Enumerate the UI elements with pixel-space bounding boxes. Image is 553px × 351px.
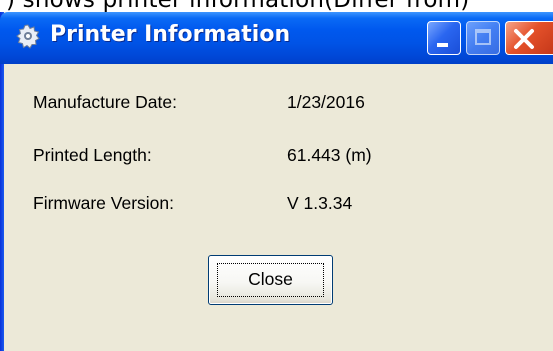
gear-icon xyxy=(15,23,41,49)
printed-length-label: Printed Length: xyxy=(33,145,152,165)
manufacture-date-label: Manufacture Date: xyxy=(33,92,177,112)
caption-text: ) shows printer information(Differ from) xyxy=(6,0,469,12)
maximize-button[interactable] xyxy=(466,21,500,55)
document-caption-fragment: ) shows printer information(Differ from) xyxy=(0,0,553,12)
maximize-icon xyxy=(475,29,491,45)
firmware-version-value: V 1.3.34 xyxy=(287,193,353,213)
printed-length-value: 61.443 (m) xyxy=(287,145,372,165)
minimize-button[interactable] xyxy=(427,21,461,55)
window-close-button[interactable] xyxy=(505,21,553,55)
close-icon xyxy=(511,26,537,52)
close-button-label: Close xyxy=(248,269,293,289)
title-bar[interactable]: Printer Information xyxy=(0,12,553,64)
minimize-icon xyxy=(437,43,448,47)
close-button[interactable]: Close xyxy=(208,255,333,305)
window-title: Printer Information xyxy=(50,22,291,47)
printer-information-dialog: Printer Information Manufacture Date: 1/… xyxy=(0,12,553,351)
manufacture-date-value: 1/23/2016 xyxy=(287,92,365,112)
firmware-version-label: Firmware Version: xyxy=(33,193,175,213)
